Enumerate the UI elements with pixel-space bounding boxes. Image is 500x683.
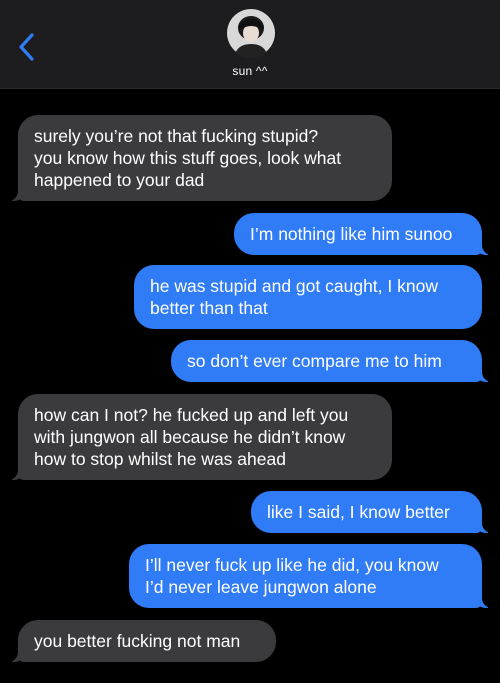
message-line: you better fucking not man: [34, 631, 241, 651]
message-line: you know how this stuff goes, look what: [34, 148, 342, 168]
message-line: how can I not? he fucked up and left you: [34, 405, 349, 425]
conversation-header: sun ^^: [0, 0, 500, 89]
outgoing-message[interactable]: I’m nothing like him sunoo: [234, 213, 494, 255]
contact-name[interactable]: sun ^^: [0, 64, 500, 78]
message-line: I’m nothing like him sunoo: [250, 224, 453, 244]
outgoing-message[interactable]: I’ll never fuck up like he did, you know…: [129, 544, 494, 608]
outgoing-message[interactable]: like I said, I know better: [251, 491, 494, 533]
message-line: like I said, I know better: [267, 502, 450, 522]
message-line: with jungwon all because he didn’t know: [34, 427, 346, 447]
incoming-message[interactable]: how can I not? he fucked up and left you…: [6, 394, 392, 480]
incoming-message[interactable]: you better fucking not man: [6, 620, 276, 662]
contact-avatar[interactable]: [226, 8, 276, 58]
outgoing-message[interactable]: he was stupid and got caught, I know bet…: [134, 265, 482, 329]
outgoing-message[interactable]: so don’t ever compare me to him: [171, 340, 494, 382]
incoming-message[interactable]: surely you’re not that fucking stupid? y…: [6, 115, 392, 201]
message-thread[interactable]: surely you’re not that fucking stupid? y…: [0, 89, 500, 683]
message-line: he was stupid and got caught, I know: [150, 276, 438, 296]
message-line: how to stop whilst he was ahead: [34, 449, 286, 469]
message-line: I’ll never fuck up like he did, you know: [145, 555, 439, 575]
message-line: so don’t ever compare me to him: [187, 351, 442, 371]
message-line: happened to your dad: [34, 170, 205, 190]
back-button[interactable]: [14, 30, 42, 64]
chevron-left-icon: [19, 33, 34, 61]
message-line: I’d never leave jungwon alone: [145, 577, 377, 597]
message-line: better than that: [150, 298, 268, 318]
message-line: surely you’re not that fucking stupid?: [34, 126, 319, 146]
